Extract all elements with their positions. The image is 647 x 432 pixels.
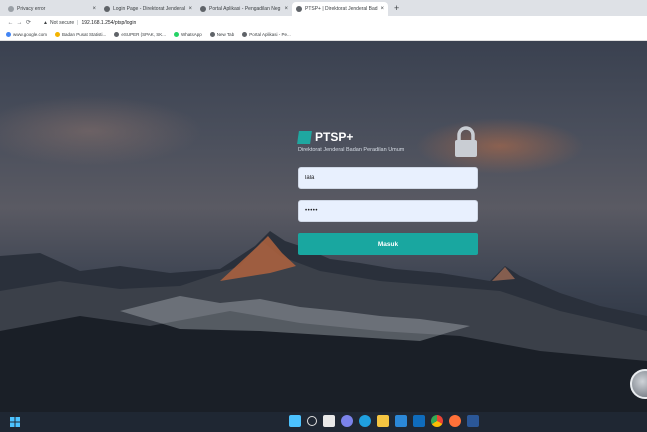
security-label[interactable]: Not secure [50,20,74,26]
chrome-icon[interactable] [431,415,443,427]
new-tab-button[interactable]: + [394,2,399,16]
globe-icon [104,6,110,12]
bookmark-whatsapp[interactable]: WhatsApp [174,32,202,37]
separator: | [77,19,79,26]
mountain-background [0,231,647,412]
globe-icon [296,6,302,12]
reload-icon[interactable]: ⟳ [24,19,33,26]
address-bar[interactable]: ▲ Not secure | 192.168.1.254/ptsp/login [39,18,140,28]
chat-icon[interactable] [341,415,353,427]
tab-login-page[interactable]: Login Page - Direktorat Jenderal × [100,2,196,16]
page-viewport: PTSP+ Direktorat Jenderal Badan Peradila… [0,41,647,412]
windows-start-icon[interactable] [289,415,301,427]
bookmark-bps[interactable]: Badan Pusat Statisti... [55,32,106,37]
close-icon[interactable]: × [188,6,192,12]
tab-title: Portal Aplikasi - Pengadilan Neg [209,6,281,12]
bookmark-label: eSUPER (SPAK, SK... [121,32,166,37]
tab-portal-aplikasi[interactable]: Portal Aplikasi - Pengadilan Neg × [196,2,292,16]
mail-icon[interactable] [413,415,425,427]
username-field[interactable] [298,167,478,189]
warning-icon[interactable]: ▲ [43,20,48,26]
bookmark-label: New Tab [216,32,235,37]
globe-icon [242,32,248,37]
google-icon [6,32,11,37]
brand: PTSP+ [297,130,354,144]
edge-icon[interactable] [359,415,371,427]
password-field[interactable] [298,200,478,222]
search-icon[interactable] [307,416,317,426]
tab-title: Login Page - Direktorat Jenderal [113,6,185,12]
url-text[interactable]: 192.168.1.254/ptsp/login [81,20,136,26]
tab-strip: Privacy error × Login Page - Direktorat … [0,0,647,16]
back-icon[interactable]: ← [6,20,15,26]
bookmark-google[interactable]: www.google.com [6,32,47,37]
bookmarks-bar: www.google.com Badan Pusat Statisti... e… [0,29,647,41]
windows-start-icon[interactable] [10,417,20,427]
taskbar [0,412,647,432]
tab-title: Privacy error [17,6,46,12]
bookmark-label: WhatsApp [181,32,202,37]
bookmark-label: www.google.com [13,32,48,37]
tab-ptsp[interactable]: PTSP+ | Direktorat Jenderal Bad × [292,2,388,16]
bps-icon [55,32,61,37]
task-view-icon[interactable] [323,415,335,427]
bookmark-new-tab[interactable]: New Tab [209,32,235,37]
taskbar-apps [289,415,485,427]
globe-icon [209,32,215,37]
esuper-icon [114,32,120,37]
file-explorer-icon[interactable] [377,415,389,427]
firefox-icon[interactable] [449,415,461,427]
tab-privacy-error[interactable]: Privacy error × [4,2,100,16]
close-icon[interactable]: × [92,6,96,12]
lock-icon [455,126,477,157]
globe-icon [8,6,14,12]
word-icon[interactable] [467,415,479,427]
login-button[interactable]: Masuk [298,233,478,255]
bookmark-portal-aplikasi[interactable]: Portal Aplikasi - Pe... [242,32,291,37]
bookmark-esuper[interactable]: eSUPER (SPAK, SK... [114,32,166,37]
ptsp-logo-icon [297,130,312,144]
tab-title: PTSP+ | Direktorat Jenderal Bad [305,6,378,12]
brand-name: PTSP+ [315,130,354,144]
bookmark-label: Badan Pusat Statisti... [62,32,107,37]
forward-icon[interactable]: → [15,20,24,26]
address-toolbar: ← → ⟳ ▲ Not secure | 192.168.1.254/ptsp/… [0,16,647,29]
globe-icon [200,6,206,12]
bookmark-label: Portal Aplikasi - Pe... [249,32,291,37]
close-icon[interactable]: × [380,6,384,12]
whatsapp-icon [174,32,179,37]
close-icon[interactable]: × [284,6,288,12]
page-subtitle: Direktorat Jenderal Badan Peradilan Umum [298,147,405,153]
store-icon[interactable] [395,415,407,427]
